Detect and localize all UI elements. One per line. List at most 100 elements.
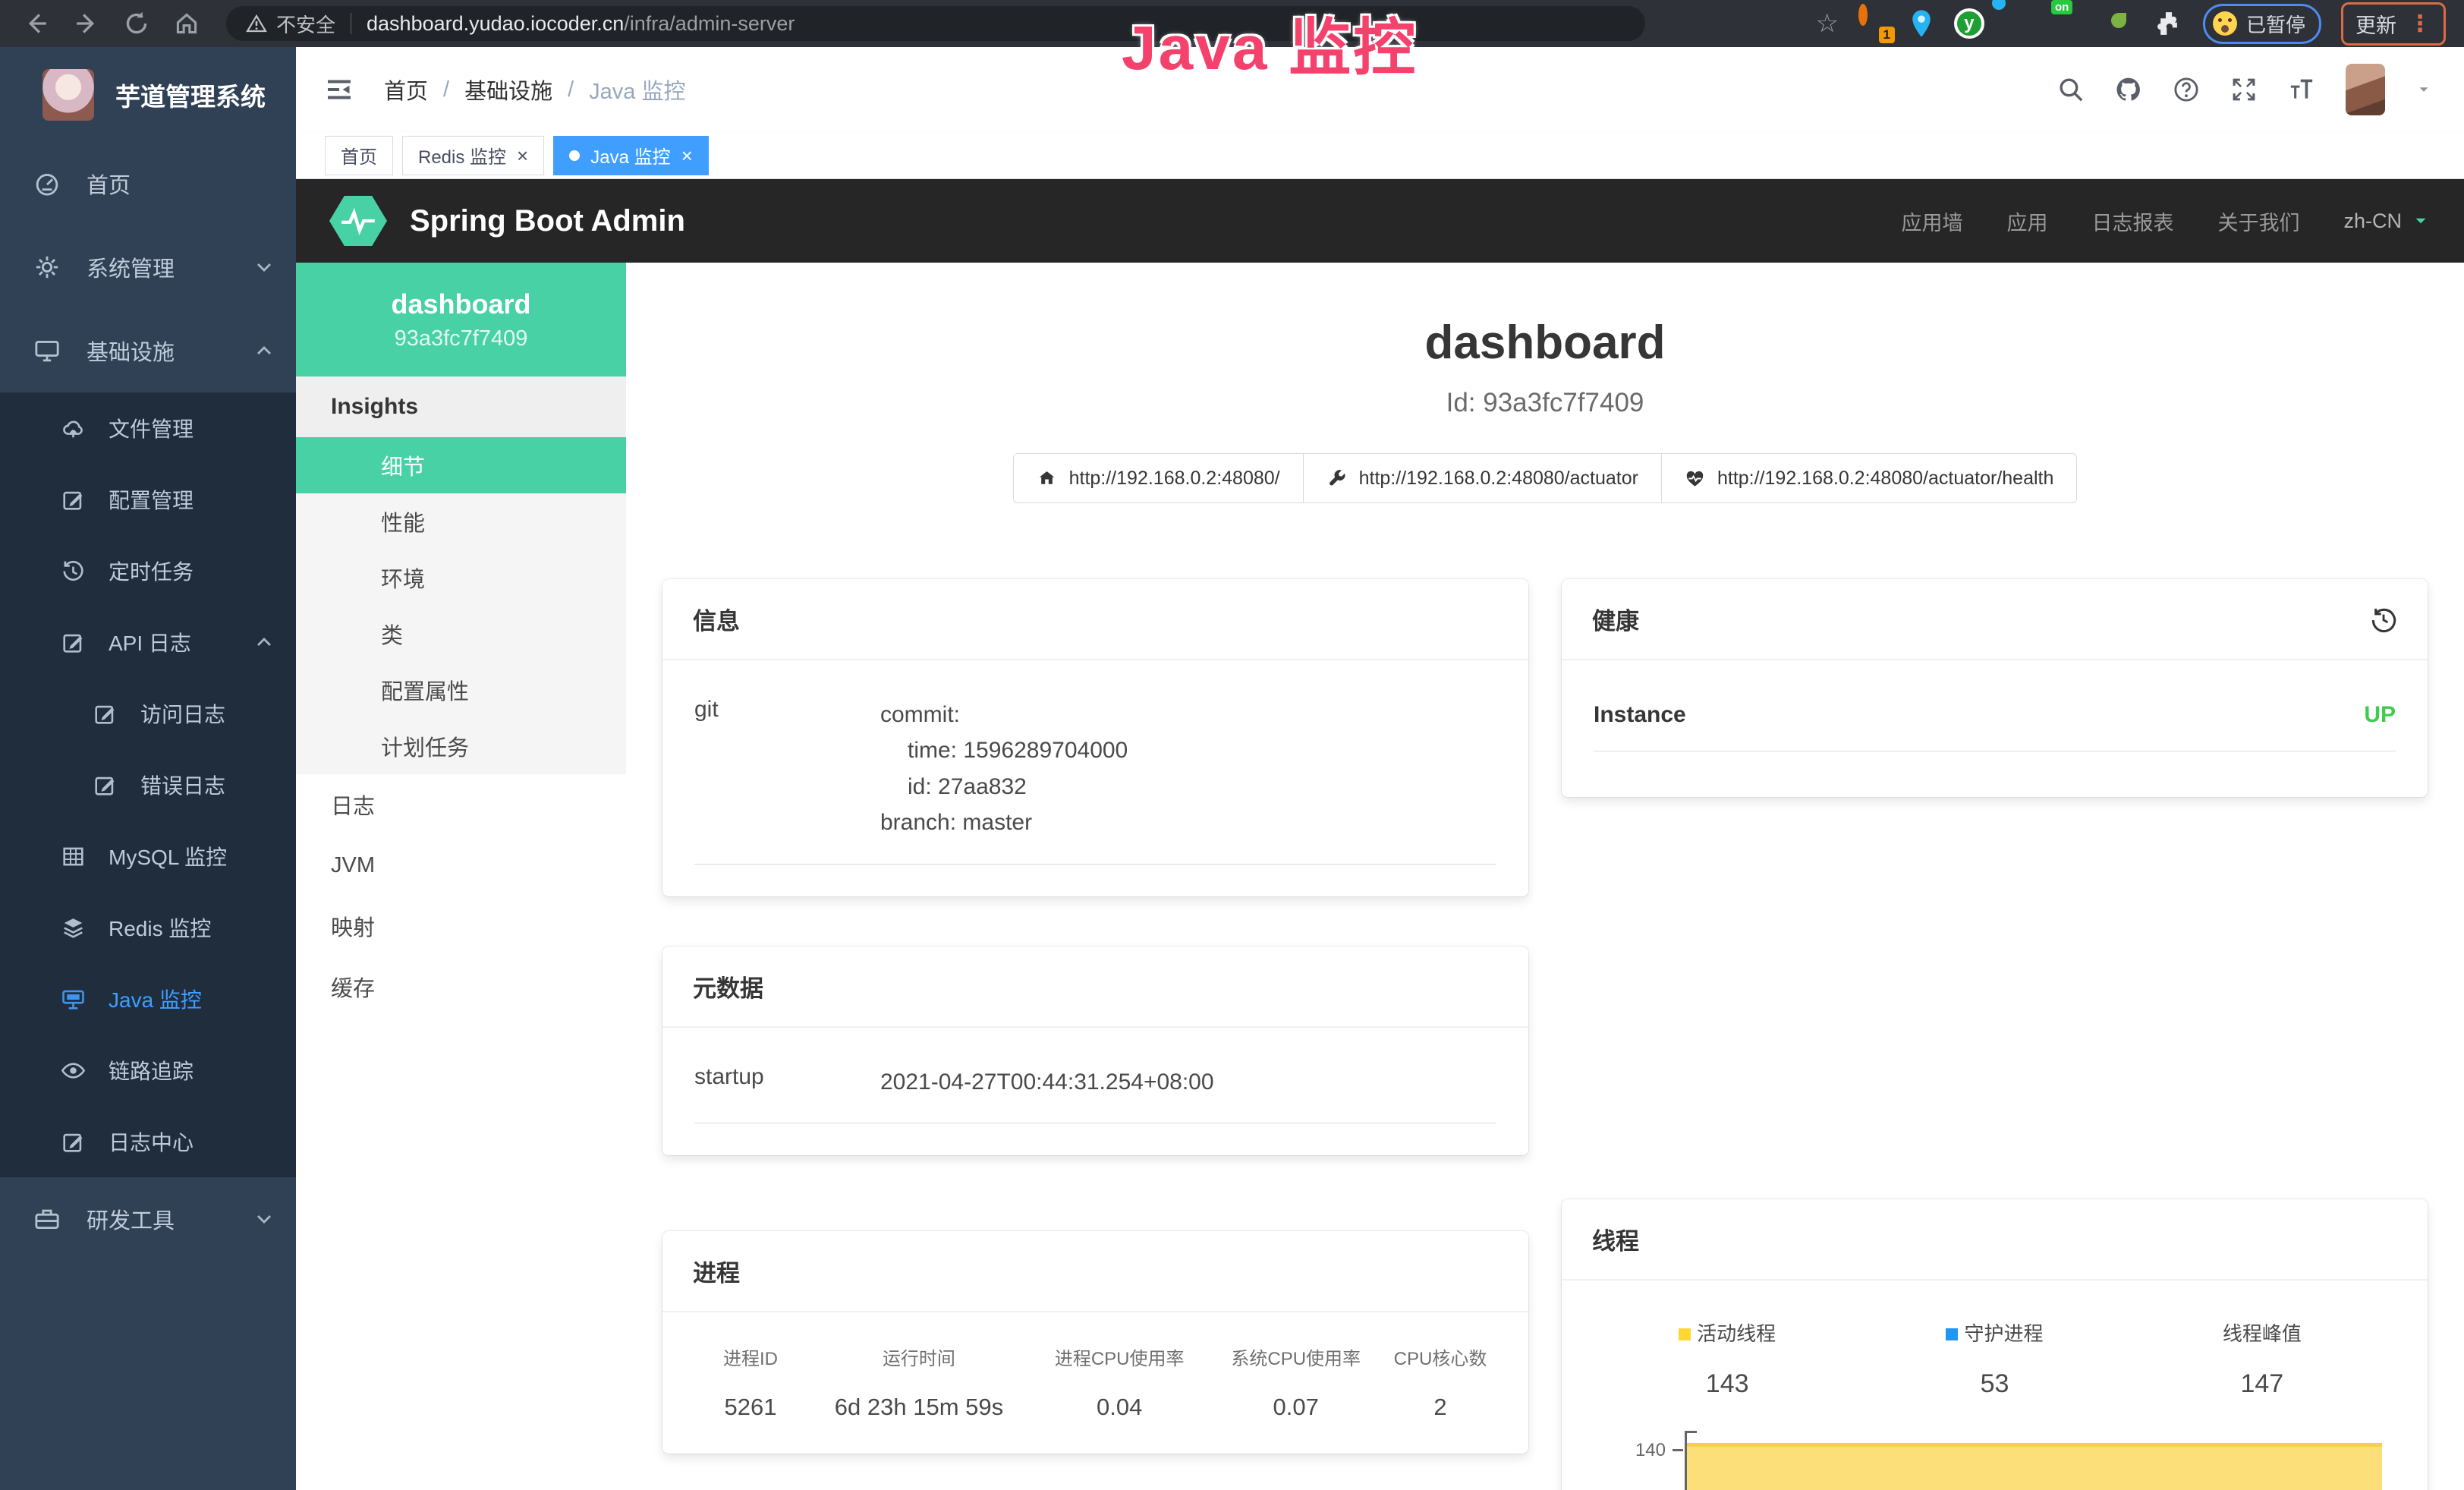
sba-nav-applications[interactable]: 应用 — [2006, 206, 2047, 236]
help-icon[interactable] — [2173, 76, 2200, 103]
github-icon[interactable] — [2115, 76, 2142, 103]
font-size-icon[interactable] — [2288, 76, 2315, 103]
sidebar-item-mysql-monitor[interactable]: MySQL 监控 — [0, 821, 296, 892]
val-uptime: 6d 23h 15m 59s — [807, 1393, 1031, 1422]
health-instance-row: Instance UP — [1594, 702, 2396, 751]
user-avatar[interactable] — [2346, 64, 2385, 115]
service-url: http://192.168.0.2:48080/ — [1069, 468, 1280, 490]
sba-nav-about[interactable]: 关于我们 — [2217, 206, 2299, 236]
sba-item-metrics[interactable]: 性能 — [296, 493, 626, 550]
sidebar-item-label: 访问日志 — [140, 698, 225, 729]
sidebar-item-config-manage[interactable]: 配置管理 — [0, 464, 296, 535]
service-url-button[interactable]: http://192.168.0.2:48080/ — [1013, 453, 1304, 503]
address-bar[interactable]: 不安全 dashboard.yudao.iocoder.cn/infra/adm… — [226, 6, 1645, 41]
sba-nav-wallboard[interactable]: 应用墙 — [1901, 206, 1962, 236]
browser-back-icon[interactable] — [23, 10, 50, 37]
sidebar-item-redis-monitor[interactable]: Redis 监控 — [0, 892, 296, 963]
tab-redis-monitor[interactable]: Redis 监控 × — [402, 136, 544, 175]
sba-item-mappings[interactable]: 映射 — [296, 896, 626, 956]
extensions-puzzle-icon[interactable] — [2154, 9, 2183, 38]
sba-item-scheduled[interactable]: 计划任务 — [296, 718, 626, 774]
screen-icon — [61, 987, 86, 1012]
close-icon[interactable]: × — [517, 146, 528, 165]
sba-item-details[interactable]: 细节 — [296, 437, 626, 493]
sba-item-environment[interactable]: 环境 — [296, 550, 626, 606]
chevron-up-icon — [253, 632, 275, 653]
sidebar-item-scheduled-tasks[interactable]: 定时任务 — [0, 535, 296, 606]
close-icon[interactable]: × — [681, 146, 693, 165]
sba-navbar: Spring Boot Admin 应用墙 应用 日志报表 关于我们 zh-CN — [296, 179, 2464, 263]
kebab-menu-icon[interactable]: ⋮ — [2409, 11, 2431, 37]
sidebar-item-infra[interactable]: 基础设施 — [0, 309, 296, 392]
spring-boot-admin: Spring Boot Admin 应用墙 应用 日志报表 关于我们 zh-CN… — [296, 179, 2464, 1490]
extension-green-icon[interactable]: y — [1954, 8, 1984, 39]
sidebar-item-java-monitor[interactable]: Java 监控 — [0, 963, 296, 1035]
locale-label: zh-CN — [2343, 209, 2402, 233]
browser-forward-icon[interactable] — [73, 10, 100, 37]
extension-pin-icon[interactable] — [1909, 8, 1934, 39]
breadcrumb-separator: / — [443, 77, 449, 102]
house-icon — [1037, 468, 1057, 489]
val-system-cpu: 0.07 — [1207, 1393, 1384, 1422]
page-url[interactable]: dashboard.yudao.iocoder.cn/infra/admin-s… — [367, 12, 795, 36]
sba-item-jvm[interactable]: JVM — [296, 835, 626, 896]
extension-orange-icon[interactable]: 1 — [1858, 8, 1889, 39]
health-url-button[interactable]: http://192.168.0.2:48080/actuator/health — [1661, 453, 2077, 503]
legend-yellow-swatch — [1679, 1328, 1691, 1340]
browser-reload-icon[interactable] — [123, 10, 150, 37]
extension-grid-icon[interactable] — [2004, 8, 2034, 39]
caret-down-icon[interactable] — [2415, 81, 2432, 98]
sba-item-config-props[interactable]: 配置属性 — [296, 662, 626, 718]
update-button[interactable]: 更新⋮ — [2341, 2, 2446, 46]
breadcrumb-infra[interactable]: 基础设施 — [464, 74, 552, 106]
sidebar-menu: 首页 系统管理 基础设施 文件管理 配置管理 定时任务 — [0, 142, 296, 1261]
emoji-face-icon — [2213, 11, 2237, 36]
history-icon[interactable] — [2370, 606, 2397, 633]
paused-pill[interactable]: 已暂停 — [2203, 4, 2321, 44]
app-sidebar: 芋道管理系统 首页 系统管理 基础设施 文件管理 配置管理 — [0, 47, 296, 1490]
main-area: 首页 / 基础设施 / Java 监控 首页 Redis 监控 × Java 监… — [296, 47, 2464, 1490]
sidebar-item-error-logs[interactable]: 错误日志 — [0, 749, 296, 821]
sidebar-item-home[interactable]: 首页 — [0, 142, 296, 225]
sidebar-item-tracing[interactable]: 链路追踪 — [0, 1035, 296, 1106]
sidebar-item-log-center[interactable]: 日志中心 — [0, 1106, 296, 1177]
actuator-url-button[interactable]: http://192.168.0.2:48080/actuator — [1303, 453, 1662, 503]
security-label[interactable]: 不安全 — [276, 10, 335, 38]
legend-daemon: 守护进程 — [1861, 1318, 2128, 1347]
instance-header[interactable]: dashboard 93a3fc7f7409 — [296, 263, 626, 376]
tab-java-monitor[interactable]: Java 监控 × — [553, 136, 709, 175]
locale-selector[interactable]: zh-CN — [2343, 209, 2431, 233]
extension-dark-on-icon[interactable]: on — [2054, 8, 2085, 39]
breadcrumb-home[interactable]: 首页 — [384, 74, 428, 106]
browser-home-icon[interactable] — [173, 10, 200, 37]
sidebar-item-label: Redis 监控 — [109, 912, 211, 943]
sba-logo-icon[interactable] — [329, 196, 387, 246]
sidebar-item-system[interactable]: 系统管理 — [0, 225, 296, 309]
page-instance-id: Id: 93a3fc7f7409 — [626, 388, 2464, 418]
threads-legend: 活动线程 守护进程 线程峰值 — [1594, 1318, 2396, 1347]
hamburger-icon[interactable] — [323, 74, 355, 106]
tab-home[interactable]: 首页 — [325, 136, 393, 175]
sba-nav-journal[interactable]: 日志报表 — [2091, 206, 2173, 236]
extension-leaf-icon[interactable] — [2104, 8, 2135, 39]
browser-toolbar-right: ☆ 1 y on 已暂停 更新⋮ — [1816, 2, 2447, 46]
search-icon[interactable] — [2057, 76, 2085, 103]
sba-item-caches[interactable]: 缓存 — [296, 956, 626, 1017]
sidebar-item-api-logs[interactable]: API 日志 — [0, 606, 296, 678]
edit-icon — [61, 630, 86, 655]
sidebar-item-file-manage[interactable]: 文件管理 — [0, 392, 296, 464]
sba-brand[interactable]: Spring Boot Admin — [410, 204, 685, 238]
sba-item-logs[interactable]: 日志 — [296, 774, 626, 835]
fullscreen-icon[interactable] — [2230, 76, 2258, 103]
y-tick-140: 140 — [1594, 1440, 1666, 1461]
annotation-text: Java 监控 — [1122, 0, 1418, 87]
sidebar-item-label: Java 监控 — [109, 984, 202, 1014]
sidebar-item-dev-tools[interactable]: 研发工具 — [0, 1177, 296, 1261]
bookmark-star-icon[interactable]: ☆ — [1816, 8, 1839, 39]
sidebar-item-label: MySQL 监控 — [109, 841, 227, 871]
wrench-icon — [1326, 468, 1347, 489]
sba-item-classes[interactable]: 类 — [296, 606, 626, 662]
gauge-icon — [33, 170, 61, 197]
sidebar-item-access-logs[interactable]: 访问日志 — [0, 678, 296, 749]
breadcrumb-separator: / — [568, 77, 574, 102]
